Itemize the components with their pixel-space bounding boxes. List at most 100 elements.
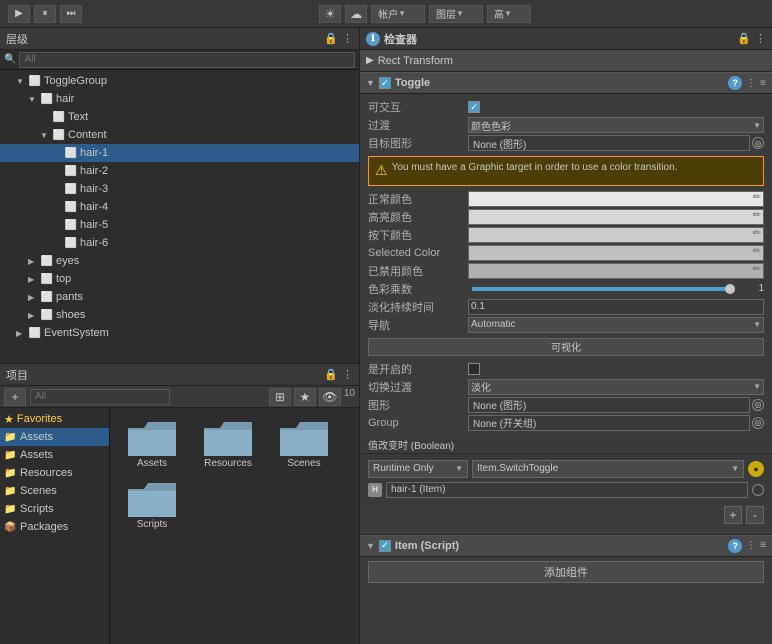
project-title: 项目 [6, 367, 28, 383]
add-event-button[interactable]: + [724, 506, 742, 524]
tree-item-hair2[interactable]: ⬜ hair-2 [0, 162, 359, 180]
item-script-enable-checkbox[interactable]: ✓ [379, 540, 391, 552]
sidebar-item-scenes[interactable]: 📁 Scenes [0, 482, 109, 500]
main-area: 层级 🔒 ⋮ 🔍 ▼ ⬜ ToggleGroup ▼ [0, 28, 772, 644]
normal-color-swatch[interactable] [468, 191, 764, 207]
add-component-button[interactable]: 添加组件 [368, 561, 764, 583]
tree-item-hair[interactable]: ▼ ⬜ hair [0, 90, 359, 108]
visualize-button[interactable]: 可视化 [368, 338, 764, 356]
toggle-component-header[interactable]: ▼ ✓ Toggle ? ⋮ ≡ [360, 72, 772, 94]
chevron-down-icon: ▼ [455, 464, 463, 473]
eye-icon[interactable]: 👁 [319, 388, 341, 406]
toggle-enable-checkbox[interactable]: ✓ [379, 77, 391, 89]
grid-view-icon[interactable]: ⊞ [269, 388, 291, 406]
tree-item-hair5[interactable]: ⬜ hair-5 [0, 216, 359, 234]
tree-item-eyes[interactable]: ▶ ⬜ eyes [0, 252, 359, 270]
file-item-scripts[interactable]: Scripts [118, 477, 186, 530]
is-on-checkbox[interactable] [468, 363, 480, 375]
more-icon[interactable]: ⋮ [755, 32, 766, 45]
func-dropdown[interactable]: Item.SwitchToggle ▼ [472, 460, 744, 478]
file-item-assets[interactable]: Assets [118, 416, 186, 469]
sidebar-item-scripts[interactable]: 📁 Scripts [0, 500, 109, 518]
tree-label: hair-3 [80, 183, 108, 195]
sidebar-item-assets[interactable]: 📁 Assets [0, 428, 109, 446]
event-obj-field[interactable]: hair-1 (Item) [386, 482, 748, 498]
add-component-label: 添加组件 [544, 564, 588, 580]
selected-color-swatch[interactable] [468, 245, 764, 261]
project-search-input[interactable] [30, 389, 170, 405]
pressed-color-swatch[interactable] [468, 227, 764, 243]
target-graphic-dot[interactable]: ◎ [752, 137, 764, 149]
color-multiplier-track[interactable] [472, 287, 730, 291]
tree-item-eventsystem[interactable]: ▶ ⬜ EventSystem [0, 324, 359, 342]
tree-item-top[interactable]: ▶ ⬜ top [0, 270, 359, 288]
graphic-dot[interactable]: ◎ [752, 399, 764, 411]
sidebar-item-packages[interactable]: 📦 Packages [0, 518, 109, 536]
tree-item-hair6[interactable]: ⬜ hair-6 [0, 234, 359, 252]
project-files: Assets Resources [110, 408, 359, 644]
account-dropdown[interactable]: 帐户 ▼ [371, 5, 425, 23]
pencil-icon: ✏ [753, 246, 761, 257]
sidebar-item-resources[interactable]: 📁 Resources [0, 464, 109, 482]
layers-dropdown[interactable]: 图层 ▼ [429, 5, 483, 23]
tree-arrow: ▶ [28, 257, 40, 266]
transition-dropdown[interactable]: 颜色色彩 ▼ [468, 117, 764, 133]
graphic-field[interactable]: None (图形) [468, 397, 750, 413]
tree-label: hair-6 [80, 237, 108, 249]
sidebar-item-assets2[interactable]: 📁 Assets [0, 446, 109, 464]
inspector-header-left: ℹ 检查器 [366, 31, 417, 47]
tree-item-pants[interactable]: ▶ ⬜ pants [0, 288, 359, 306]
tree-item-hair1[interactable]: ⬜ hair-1 [0, 144, 359, 162]
hierarchy-search-input[interactable] [19, 52, 355, 68]
fade-duration-field[interactable]: 0.1 [468, 299, 764, 315]
add-button[interactable]: + [4, 388, 26, 406]
file-item-resources[interactable]: Resources [194, 416, 262, 469]
item-script-settings-icon[interactable]: ⋮ [746, 540, 756, 551]
component-more-icon[interactable]: ≡ [760, 78, 766, 89]
interactable-checkbox[interactable]: ✓ [468, 101, 480, 113]
group-field[interactable]: None (开关组) [468, 415, 750, 431]
more-icon[interactable]: ⋮ [342, 32, 353, 45]
tree-item-hair4[interactable]: ⬜ hair-4 [0, 198, 359, 216]
navigation-dropdown[interactable]: Automatic ▼ [468, 317, 764, 333]
runtime-dropdown[interactable]: Runtime Only ▼ [368, 460, 468, 478]
slider-thumb[interactable] [725, 284, 735, 294]
navigation-label: 导航 [368, 317, 468, 333]
tree-item-text[interactable]: ⬜ Text [0, 108, 359, 126]
high-dropdown[interactable]: 高 ▼ [487, 5, 531, 23]
cloud-icon[interactable]: ☁ [345, 5, 367, 23]
top-toolbar: ▶ ⏸ ⏭ ☀ ☁ 帐户 ▼ 图层 ▼ 高 ▼ [0, 0, 772, 28]
item-script-info-icon[interactable]: ? [728, 539, 742, 553]
file-item-scenes[interactable]: Scenes [270, 416, 338, 469]
target-graphic-field[interactable]: None (图形) [468, 135, 750, 151]
step-button[interactable]: ⏭ [60, 5, 82, 23]
tree-label: eyes [56, 255, 79, 267]
play-button[interactable]: ▶ [8, 5, 30, 23]
folder-svg-scenes [280, 416, 328, 456]
cube-icon: ⬜ [64, 200, 78, 214]
highlight-color-swatch[interactable] [468, 209, 764, 225]
transition-label: 过渡 [368, 117, 468, 133]
item-script-more-icon[interactable]: ≡ [760, 540, 766, 551]
tree-item-content[interactable]: ▼ ⬜ Content [0, 126, 359, 144]
project-toolbar-right: ⊞ ★ 👁 10 [269, 388, 355, 406]
tree-item-hair3[interactable]: ⬜ hair-3 [0, 180, 359, 198]
item-script-component-header[interactable]: ▼ ✓ Item (Script) ? ⋮ ≡ [360, 535, 772, 557]
lock-icon[interactable]: 🔒 [737, 32, 751, 45]
more-icon[interactable]: ⋮ [342, 368, 353, 381]
tree-item-togglegroup[interactable]: ▼ ⬜ ToggleGroup [0, 72, 359, 90]
tree-item-shoes[interactable]: ▶ ⬜ shoes [0, 306, 359, 324]
rect-transform-header[interactable]: ▶ Rect Transform [360, 50, 772, 72]
remove-event-button[interactable]: - [746, 506, 764, 524]
component-info-icon[interactable]: ? [728, 76, 742, 90]
lock-icon[interactable]: 🔒 [324, 32, 338, 45]
component-settings-icon[interactable]: ⋮ [746, 78, 756, 89]
pause-button[interactable]: ⏸ [34, 5, 56, 23]
event-obj-dot[interactable] [752, 484, 764, 496]
sun-icon[interactable]: ☀ [319, 5, 341, 23]
disabled-color-swatch[interactable] [468, 263, 764, 279]
transition-toggle-dropdown[interactable]: 淡化 ▼ [468, 379, 764, 395]
group-dot[interactable]: ◎ [752, 417, 764, 429]
star-icon[interactable]: ★ [294, 388, 316, 406]
lock-icon[interactable]: 🔒 [324, 368, 338, 381]
